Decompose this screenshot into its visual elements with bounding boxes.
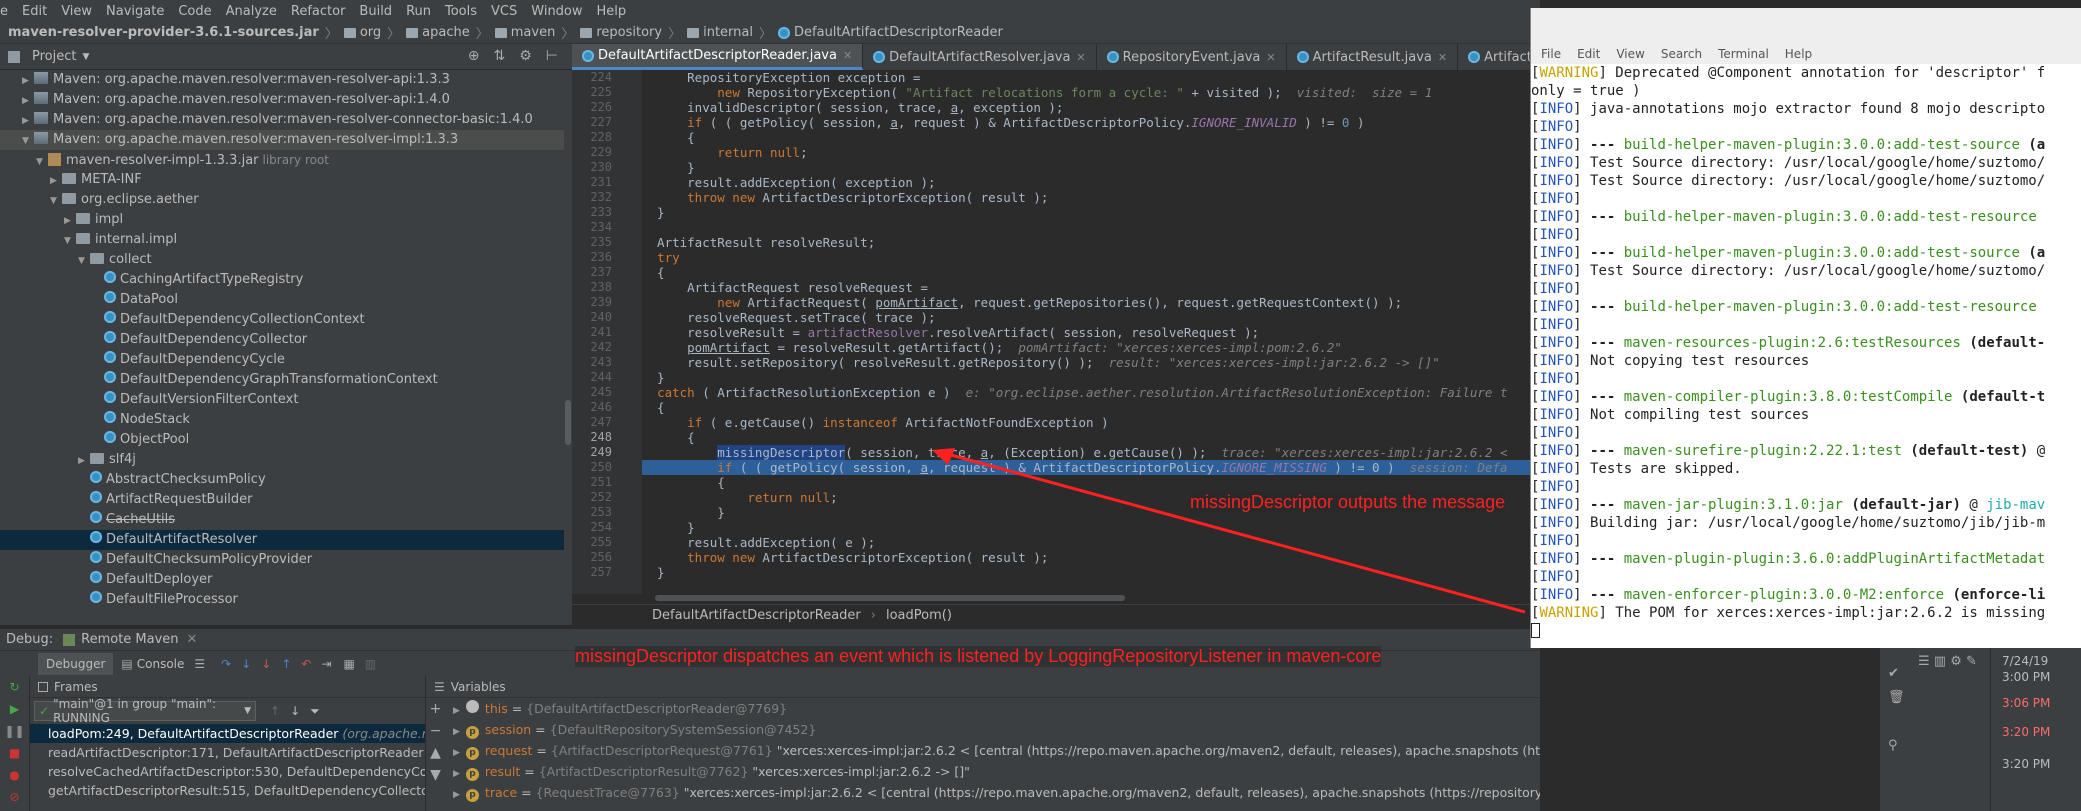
- annotation-outputs-message: missingDescriptor outputs the message: [1190, 492, 1506, 513]
- arrow-line: [939, 450, 1526, 614]
- annotation-arrow: [932, 448, 1526, 614]
- annotation-dispatches-event: missingDescriptor dispatches an event wh…: [575, 646, 1382, 667]
- screen: { "menu": ["e","Edit","View","Navigate",…: [0, 0, 2081, 811]
